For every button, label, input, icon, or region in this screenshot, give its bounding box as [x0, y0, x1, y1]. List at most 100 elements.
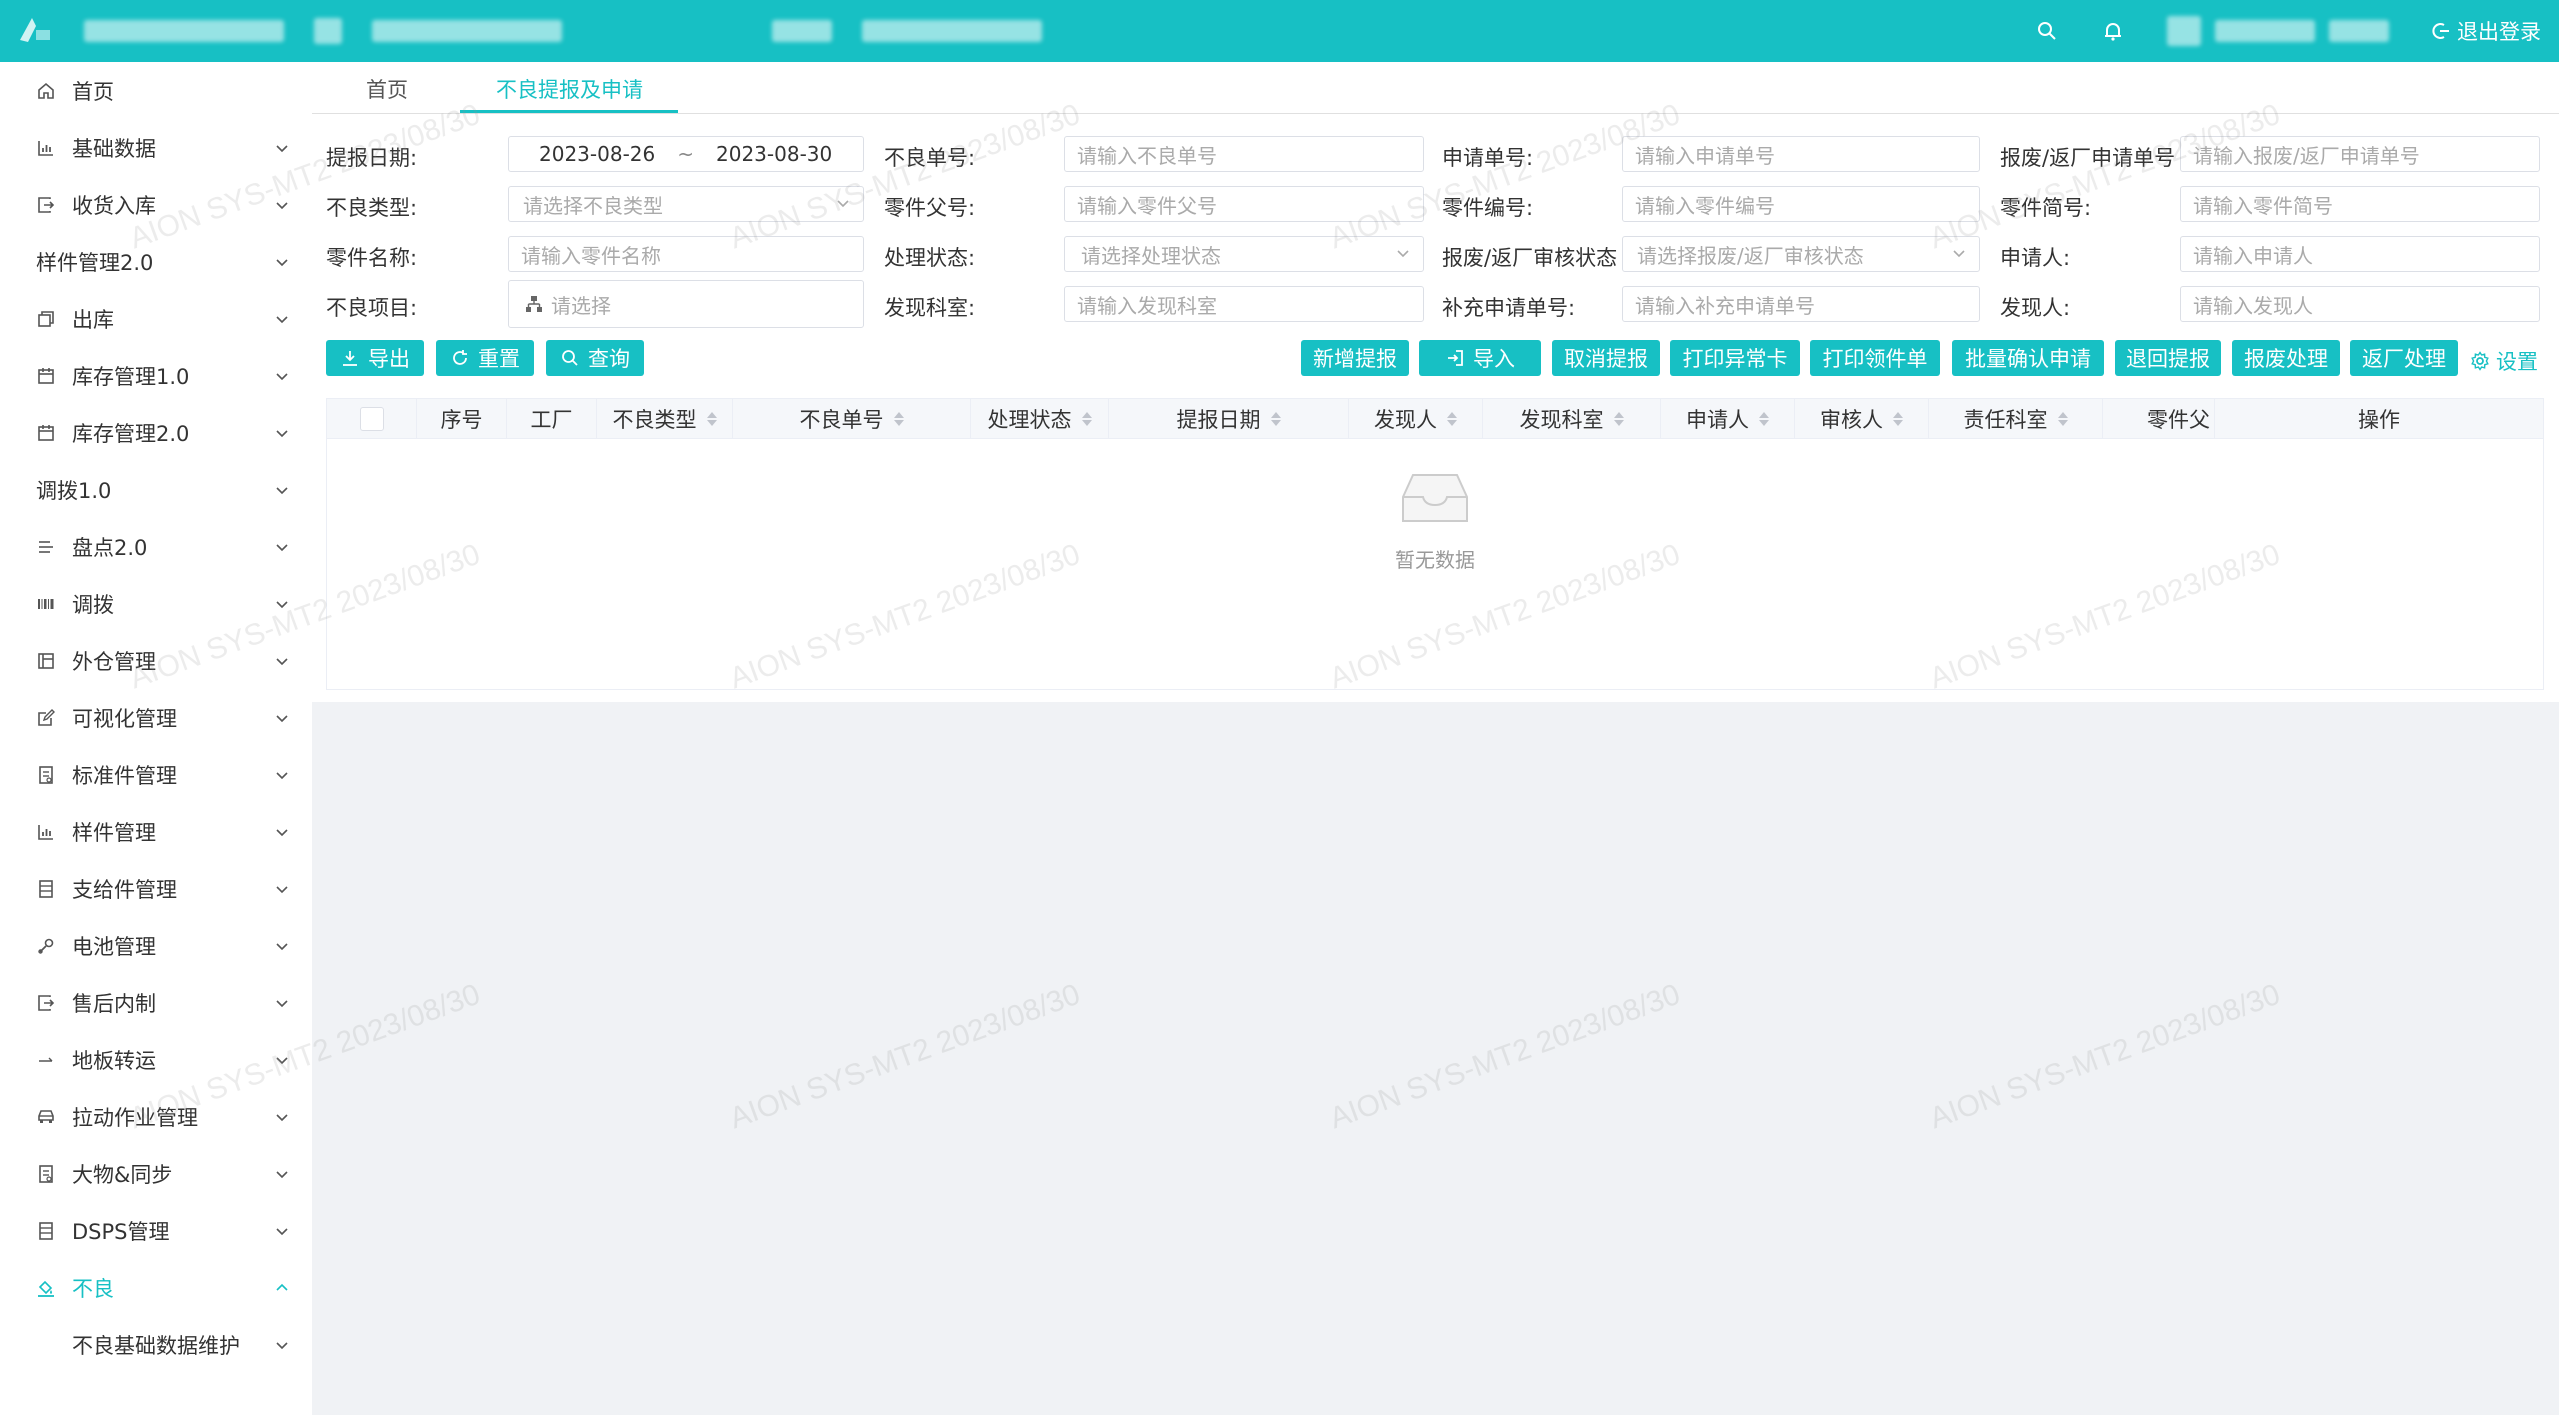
sort-icon[interactable]	[2057, 412, 2068, 426]
sidebar-item[interactable]: 样件管理	[0, 803, 312, 860]
select-all-checkbox[interactable]	[359, 407, 384, 431]
scrap-process-button[interactable]: 报废处理	[2232, 340, 2340, 376]
tab-defect-report[interactable]: 不良提报及申请	[496, 74, 643, 104]
download-icon	[340, 348, 360, 368]
col-actions-label: 操作	[2358, 408, 2400, 432]
sidebar-item[interactable]: 出库	[0, 290, 312, 347]
sort-icon[interactable]	[706, 412, 717, 426]
supp-apply-input[interactable]: 请输入补充申请单号	[1622, 286, 1980, 322]
sidebar-item[interactable]: 电池管理	[0, 917, 312, 974]
sort-icon[interactable]	[1893, 412, 1903, 426]
status-select[interactable]: 请选择处理状态	[1064, 236, 1424, 272]
add-report-button[interactable]: 新增提报	[1301, 340, 1409, 376]
return-report-button[interactable]: 退回提报	[2115, 340, 2221, 376]
part-name-input[interactable]: 请输入零件名称	[508, 236, 864, 272]
sidebar-item[interactable]: 样件管理2.0	[0, 233, 312, 290]
search-icon[interactable]	[2035, 19, 2059, 43]
sidebar-item[interactable]: 拉动作业管理	[0, 1088, 312, 1145]
sidebar-item-label: 调拨	[72, 592, 114, 617]
sidebar-item[interactable]: 盘点2.0	[0, 518, 312, 575]
export-button[interactable]: 导出	[326, 340, 424, 376]
col-report-date[interactable]: 提报日期	[1109, 399, 1349, 439]
menu-toggle-icon[interactable]	[314, 18, 342, 44]
sidebar-item[interactable]: DSPS管理	[0, 1202, 312, 1259]
query-button[interactable]: 查询	[546, 340, 644, 376]
finder-input[interactable]: 请输入发现人	[2180, 286, 2540, 322]
col-finder[interactable]: 发现人	[1349, 399, 1483, 439]
cancel-report-button[interactable]: 取消提报	[1552, 340, 1660, 376]
apply-no-input[interactable]: 请输入申请单号	[1622, 136, 1980, 172]
col-applicant[interactable]: 申请人	[1661, 399, 1795, 439]
defect-no-label: 不良单号:	[884, 146, 976, 170]
parent-part-input[interactable]: 请输入零件父号	[1064, 186, 1424, 222]
col-reviewer[interactable]: 审核人	[1795, 399, 1929, 439]
import-button[interactable]: 导入	[1419, 340, 1541, 376]
import-label: 导入	[1473, 347, 1515, 371]
sidebar-item[interactable]: 库存管理1.0	[0, 347, 312, 404]
layout-icon	[34, 649, 58, 673]
avatar	[2167, 16, 2201, 46]
part-no-input[interactable]: 请输入零件编号	[1622, 186, 1980, 222]
sidebar-item[interactable]: 不良基础数据维护	[0, 1316, 312, 1373]
col-dept[interactable]: 发现科室	[1483, 399, 1661, 439]
col-defect-type[interactable]: 不良类型	[597, 399, 733, 439]
defect-item-select[interactable]: 请选择	[508, 280, 864, 328]
col-finder-label: 发现人	[1374, 408, 1437, 432]
print-exception-button[interactable]: 打印异常卡	[1670, 340, 1800, 376]
sidebar: 首页 基础数据 收货入库 样件管理2.0 出库 库存管理1.0 库存管理2.0 调拨1.0 盘点…	[0, 62, 312, 1415]
sidebar-item[interactable]: 不良	[0, 1259, 312, 1316]
sidebar-item[interactable]: 首页	[0, 62, 312, 119]
table-header: 序号 工厂 不良类型 不良单号 处理状态 提报日期 发现人 发现科室 申请人 审…	[327, 399, 2543, 439]
chevron-down-icon	[276, 657, 288, 665]
part-name-label: 零件名称:	[326, 246, 418, 270]
sidebar-item-label: 不良	[72, 1276, 114, 1301]
sidebar-item[interactable]: 调拨	[0, 575, 312, 632]
defect-type-select[interactable]: 请选择不良类型	[508, 186, 864, 222]
sidebar-item[interactable]: 标准件管理	[0, 746, 312, 803]
calendar-icon	[34, 364, 58, 388]
finder-label: 发现人:	[2000, 296, 2071, 320]
sidebar-item[interactable]: 可视化管理	[0, 689, 312, 746]
sidebar-item[interactable]: 售后内制	[0, 974, 312, 1031]
sidebar-item[interactable]: 基础数据	[0, 119, 312, 176]
report-date-range[interactable]: 2023-08-26 ~ 2023-08-30	[508, 136, 864, 172]
export-label: 导出	[368, 347, 410, 371]
sidebar-item[interactable]: 地板转运	[0, 1031, 312, 1088]
col-dept-label: 发现科室	[1519, 408, 1604, 432]
sort-icon[interactable]	[893, 412, 904, 426]
sidebar-item[interactable]: 支给件管理	[0, 860, 312, 917]
sort-icon[interactable]	[1759, 412, 1769, 426]
sidebar-item[interactable]: 外仓管理	[0, 632, 312, 689]
sort-icon[interactable]	[1081, 412, 1092, 426]
dept-input[interactable]: 请输入发现科室	[1064, 286, 1424, 322]
logout-button[interactable]: 退出登录	[2431, 16, 2541, 46]
sidebar-item[interactable]: 调拨1.0	[0, 461, 312, 518]
part-no-label: 零件编号:	[1442, 196, 1534, 220]
defect-no-input[interactable]: 请输入不良单号	[1064, 136, 1424, 172]
batch-confirm-button[interactable]: 批量确认申请	[1952, 340, 2104, 376]
sort-icon[interactable]	[1270, 412, 1281, 426]
col-resp-dept[interactable]: 责任科室	[1929, 399, 2103, 439]
chevron-down-icon	[276, 714, 288, 722]
part-short-input[interactable]: 请输入零件简号	[2180, 186, 2540, 222]
scrap-review-select[interactable]: 请选择报废/返厂审核状态	[1622, 236, 1980, 272]
user-info-redacted[interactable]	[2167, 16, 2389, 46]
empty-box-icon	[1402, 474, 1468, 522]
bell-icon[interactable]	[2101, 19, 2125, 43]
apply-no-label: 申请单号:	[1442, 146, 1534, 170]
sort-icon[interactable]	[1613, 412, 1624, 426]
settings-link[interactable]: 设置	[2470, 346, 2538, 376]
return-factory-button[interactable]: 返厂处理	[2350, 340, 2458, 376]
applicant-input[interactable]: 请输入申请人	[2180, 236, 2540, 272]
scrap-apply-no-input[interactable]: 请输入报废/返厂申请单号	[2180, 136, 2540, 172]
sidebar-item[interactable]: 大物&同步	[0, 1145, 312, 1202]
sort-icon[interactable]	[1447, 412, 1457, 426]
col-status[interactable]: 处理状态	[971, 399, 1109, 439]
tab-home[interactable]: 首页	[366, 74, 408, 104]
reset-button[interactable]: 重置	[436, 340, 534, 376]
chevron-down-icon	[276, 828, 288, 836]
sidebar-item[interactable]: 收货入库	[0, 176, 312, 233]
print-pick-button[interactable]: 打印领件单	[1810, 340, 1940, 376]
col-defect-no[interactable]: 不良单号	[733, 399, 971, 439]
sidebar-item[interactable]: 库存管理2.0	[0, 404, 312, 461]
